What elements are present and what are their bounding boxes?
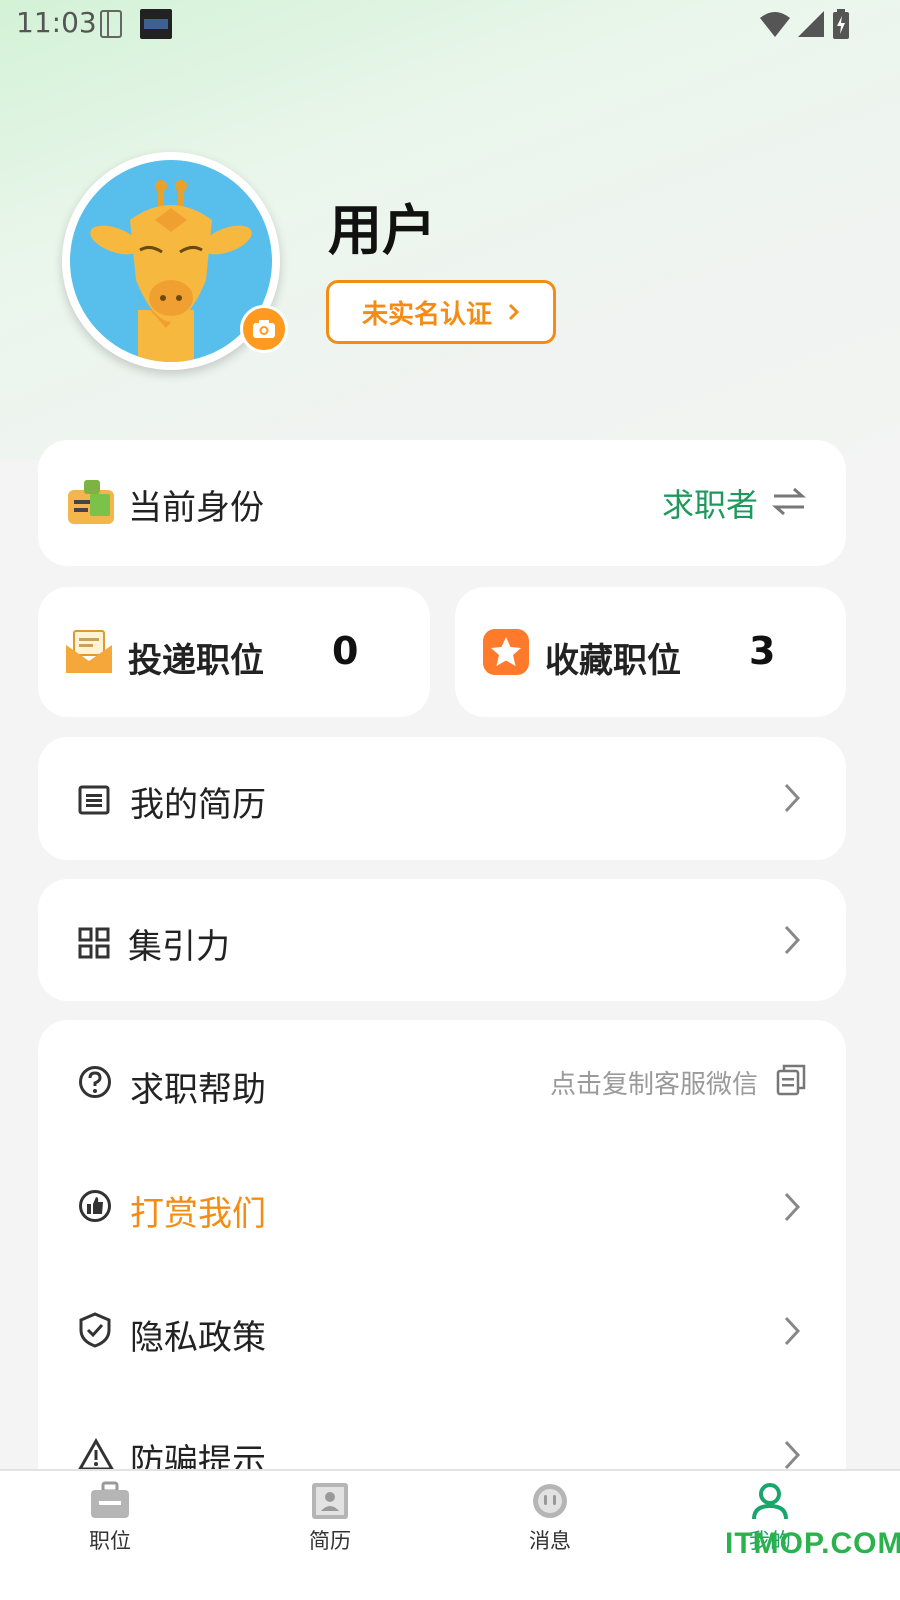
battery-icon [833, 9, 849, 39]
identity-card[interactable]: 当前身份 求职者 [38, 440, 846, 566]
envelope-icon [66, 630, 112, 673]
verify-label: 未实名认证 [361, 299, 492, 330]
briefcase-icon [91, 1481, 129, 1518]
resume-icon [78, 785, 110, 815]
question-icon [79, 1066, 111, 1098]
status-icons [760, 8, 850, 40]
job-help-label: 求职帮助 [130, 1070, 266, 1110]
tab-resume[interactable]: 简历 [270, 1481, 390, 1555]
applied-jobs-card[interactable]: 投递职位 0 [38, 587, 430, 717]
wifi-icon [760, 12, 790, 37]
chevron-right-icon [784, 1440, 801, 1470]
chevron-right-icon [784, 783, 801, 813]
applied-jobs-label: 投递职位 [128, 641, 264, 681]
warning-icon [78, 1438, 114, 1471]
chevron-right-icon [784, 925, 801, 955]
identity-label: 当前身份 [128, 488, 264, 528]
attract-row[interactable]: 集引力 [38, 879, 846, 1001]
attract-label: 集引力 [128, 927, 230, 967]
grid-icon [78, 927, 110, 959]
notification-icon [100, 10, 122, 38]
swap-icon [772, 487, 806, 516]
app-notification-icon [140, 9, 172, 39]
chat-bubble-icon [533, 1484, 567, 1518]
copy-wechat-hint[interactable]: 点击复制客服微信 [550, 1064, 758, 1101]
my-resume-label: 我的简历 [130, 785, 266, 825]
privacy-policy-row[interactable]: 隐私政策 [38, 1268, 846, 1392]
chevron-right-icon [508, 303, 520, 321]
reward-us-label: 打赏我们 [130, 1194, 266, 1234]
copy-icon[interactable] [776, 1064, 806, 1096]
tab-resume-label: 简历 [309, 1529, 351, 1553]
favorite-jobs-label: 收藏职位 [545, 641, 681, 681]
change-avatar-button[interactable] [240, 305, 288, 353]
camera-icon [253, 320, 275, 338]
my-resume-row[interactable]: 我的简历 [38, 737, 846, 860]
job-help-row[interactable]: 求职帮助 点击复制客服微信 [38, 1020, 846, 1144]
verify-identity-button[interactable]: 未实名认证 [326, 280, 556, 344]
favorite-jobs-count: 3 [749, 629, 776, 673]
favorite-jobs-card[interactable]: 收藏职位 3 [455, 587, 846, 717]
star-icon [483, 629, 529, 675]
shield-check-icon [79, 1312, 111, 1348]
profile-card-icon [312, 1483, 348, 1519]
signal-icon [798, 11, 824, 37]
tab-messages-label: 消息 [529, 1529, 571, 1553]
tab-jobs-label: 职位 [89, 1529, 131, 1553]
status-bar: 11:03 [0, 0, 900, 50]
applied-jobs-count: 0 [332, 629, 359, 673]
tab-jobs[interactable]: 职位 [50, 1481, 170, 1555]
privacy-policy-label: 隐私政策 [130, 1318, 266, 1358]
id-card-icon [68, 480, 114, 524]
user-icon [752, 1483, 788, 1520]
identity-value: 求职者 [661, 486, 758, 524]
chevron-right-icon [784, 1192, 801, 1222]
reward-us-row[interactable]: 打赏我们 [38, 1144, 846, 1268]
thumbs-up-icon [79, 1190, 111, 1222]
watermark: ITMOP.COM [725, 1527, 900, 1560]
username: 用户 [328, 199, 436, 262]
settings-list: 求职帮助 点击复制客服微信 打赏我们 隐私政策 防骗提示 [38, 1020, 846, 1540]
chevron-right-icon [784, 1316, 801, 1346]
status-time: 11:03 [16, 6, 97, 39]
tab-messages[interactable]: 消息 [490, 1481, 610, 1555]
